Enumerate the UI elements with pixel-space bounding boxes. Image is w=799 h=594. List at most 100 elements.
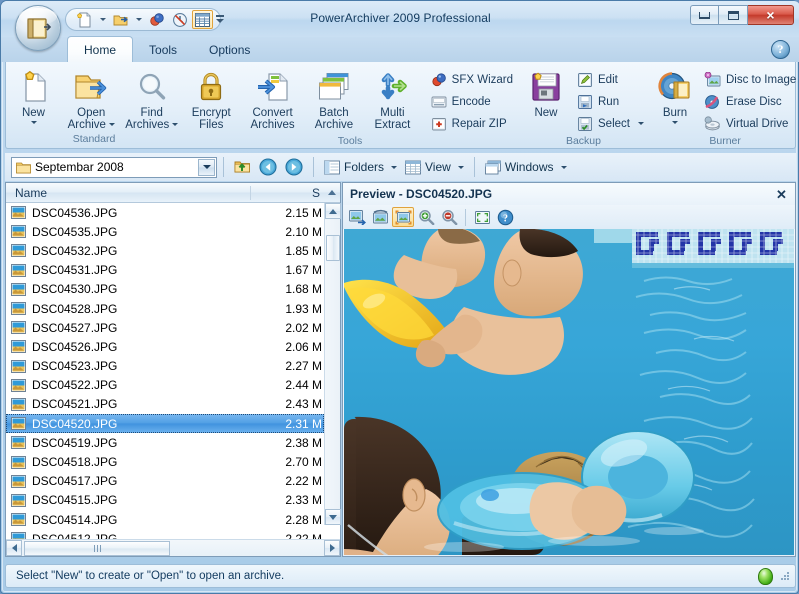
table-row[interactable]: DSC04522.JPG 2.44 М <box>6 376 324 395</box>
table-row[interactable]: DSC04527.JPG 2.02 М <box>6 318 324 337</box>
backup-select-dropdown-arrow[interactable] <box>637 122 644 125</box>
path-combobox[interactable]: Septembar 2008 <box>11 156 217 178</box>
file-size: 2.06 М <box>285 339 322 354</box>
table-row[interactable]: DSC04531.JPG 1.67 М <box>6 261 324 280</box>
scroll-down-button[interactable] <box>325 509 341 525</box>
zoom-out-button[interactable] <box>438 207 460 227</box>
backup-select-button[interactable]: Select <box>574 113 649 134</box>
table-row[interactable]: DSC04518.JPG 2.70 М <box>6 452 324 471</box>
windows-menu-button[interactable]: Windows <box>481 156 571 178</box>
backup-new-button[interactable]: New <box>518 65 574 119</box>
preview-close-button[interactable]: ✕ <box>774 187 789 202</box>
new-archive-dropdown-arrow[interactable] <box>30 121 37 124</box>
file-list-vertical-scrollbar[interactable] <box>324 203 341 525</box>
qat-test-archive-button[interactable] <box>169 10 190 29</box>
table-row-selected[interactable]: DSC04520.JPG 2.31 М <box>6 414 324 434</box>
minimize-button[interactable] <box>690 5 719 25</box>
tab-tools[interactable]: Tools <box>133 37 193 62</box>
forward-button[interactable] <box>281 156 307 178</box>
scroll-up-button[interactable] <box>325 203 341 219</box>
column-header-size[interactable]: S <box>251 186 324 200</box>
qat-extract-button[interactable] <box>146 10 167 29</box>
qat-new-dropdown[interactable] <box>97 10 108 29</box>
file-name: DSC04535.JPG <box>32 224 118 239</box>
help-button[interactable]: ? <box>771 40 790 59</box>
virtual-drive-button[interactable]: Virtual Drive <box>701 113 799 134</box>
burn-dropdown-arrow[interactable] <box>671 121 678 124</box>
table-row[interactable]: DSC04519.JPG 2.38 М <box>6 433 324 452</box>
encrypt-files-button[interactable]: Encrypt Files <box>182 65 240 131</box>
find-archives-label2: Archives <box>125 119 170 131</box>
open-archive-label: Open <box>77 107 106 119</box>
table-row[interactable]: DSC04532.JPG 1.85 М <box>6 241 324 260</box>
image-file-icon <box>11 282 26 296</box>
view-dropdown-arrow[interactable] <box>457 165 464 169</box>
close-button[interactable]: × <box>748 5 794 25</box>
padlock-icon <box>198 69 224 105</box>
column-header-name[interactable]: Name <box>6 186 250 200</box>
path-dropdown-button[interactable] <box>198 158 215 176</box>
table-row[interactable]: DSC04515.JPG 2.33 М <box>6 491 324 510</box>
table-row[interactable]: DSC04517.JPG 2.22 М <box>6 472 324 491</box>
application-menu-button[interactable] <box>15 5 61 51</box>
qat-open-archive-button[interactable] <box>110 10 131 29</box>
new-archive-button[interactable]: New <box>6 65 61 124</box>
tab-home[interactable]: Home <box>67 36 134 62</box>
repair-zip-button[interactable]: Repair ZIP <box>428 113 518 134</box>
table-row[interactable]: DSC04535.JPG 2.10 М <box>6 222 324 241</box>
find-archives-dropdown-arrow[interactable] <box>172 123 179 126</box>
fit-to-window-button[interactable] <box>392 207 414 227</box>
file-list-horizontal-scrollbar[interactable] <box>6 539 340 556</box>
actual-size-button[interactable] <box>471 207 493 227</box>
image-file-icon <box>11 321 26 335</box>
table-row[interactable]: DSC04523.JPG 2.27 М <box>6 357 324 376</box>
burn-button[interactable]: Burn <box>649 65 701 124</box>
table-row[interactable]: DSC04536.JPG 2.15 М <box>6 203 324 222</box>
resize-grip[interactable] <box>779 570 791 582</box>
scroll-left-button[interactable] <box>6 540 22 556</box>
erase-disc-button[interactable]: Erase Disc <box>701 91 799 112</box>
open-archive-button[interactable]: Open Archive <box>61 65 122 131</box>
open-archive-dropdown-arrow[interactable] <box>108 123 115 126</box>
windows-dropdown-arrow[interactable] <box>560 165 567 169</box>
backup-run-button[interactable]: Run <box>574 91 649 112</box>
view-menu-button[interactable]: View <box>401 156 468 178</box>
backup-edit-button[interactable]: Edit <box>574 69 649 90</box>
batch-archive-button[interactable]: Batch Archive <box>305 65 363 131</box>
ribbon-group-standard: New Open Archive Find Archives Standard <box>6 62 182 147</box>
application-window: PowerArchiver 2009 Professional × Home T… <box>0 0 799 594</box>
vertical-scroll-thumb[interactable] <box>326 235 340 261</box>
save-image-button[interactable] <box>369 207 391 227</box>
back-button[interactable] <box>255 156 281 178</box>
backup-select-label: Select <box>598 117 630 130</box>
table-row[interactable]: DSC04526.JPG 2.06 М <box>6 337 324 356</box>
up-one-level-button[interactable] <box>230 156 255 178</box>
disc-to-image-button[interactable]: Disc to Image <box>701 69 799 90</box>
table-row[interactable]: DSC04530.JPG 1.68 М <box>6 280 324 299</box>
find-archives-button[interactable]: Find Archives <box>122 65 183 131</box>
qat-open-dropdown[interactable] <box>133 10 144 29</box>
table-row[interactable]: DSC04528.JPG 1.93 М <box>6 299 324 318</box>
zoom-in-button[interactable] <box>415 207 437 227</box>
convert-archives-button[interactable]: Convert Archives <box>240 65 304 131</box>
folders-menu-button[interactable]: Folders <box>320 156 401 178</box>
multi-extract-button[interactable]: Multi Extract <box>363 65 421 131</box>
open-image-button[interactable] <box>346 207 368 227</box>
horizontal-scroll-thumb[interactable] <box>24 541 170 556</box>
tab-options[interactable]: Options <box>193 37 266 62</box>
disc-to-image-label: Disc to Image <box>725 73 797 86</box>
ribbon-group-label-tools: Tools <box>337 135 363 147</box>
tools-small-buttons: SFX Wizard Encode Repair ZIP <box>428 65 518 134</box>
table-row[interactable]: DSC04514.JPG 2.28 М <box>6 510 324 529</box>
preview-help-button[interactable]: ? <box>494 207 516 227</box>
qat-new-archive-button[interactable] <box>74 10 95 29</box>
windows-label: Windows <box>504 160 554 174</box>
encode-button[interactable]: Encode <box>428 91 518 112</box>
table-row[interactable]: DSC04521.JPG 2.43 М <box>6 395 324 414</box>
scroll-right-button[interactable] <box>324 540 340 556</box>
folders-dropdown-arrow[interactable] <box>391 165 398 169</box>
customize-quick-access-toolbar-button[interactable] <box>213 11 227 27</box>
maximize-button[interactable] <box>719 5 748 25</box>
sfx-wizard-button[interactable]: SFX Wizard <box>428 69 518 90</box>
qat-view-list-button[interactable] <box>192 10 213 29</box>
